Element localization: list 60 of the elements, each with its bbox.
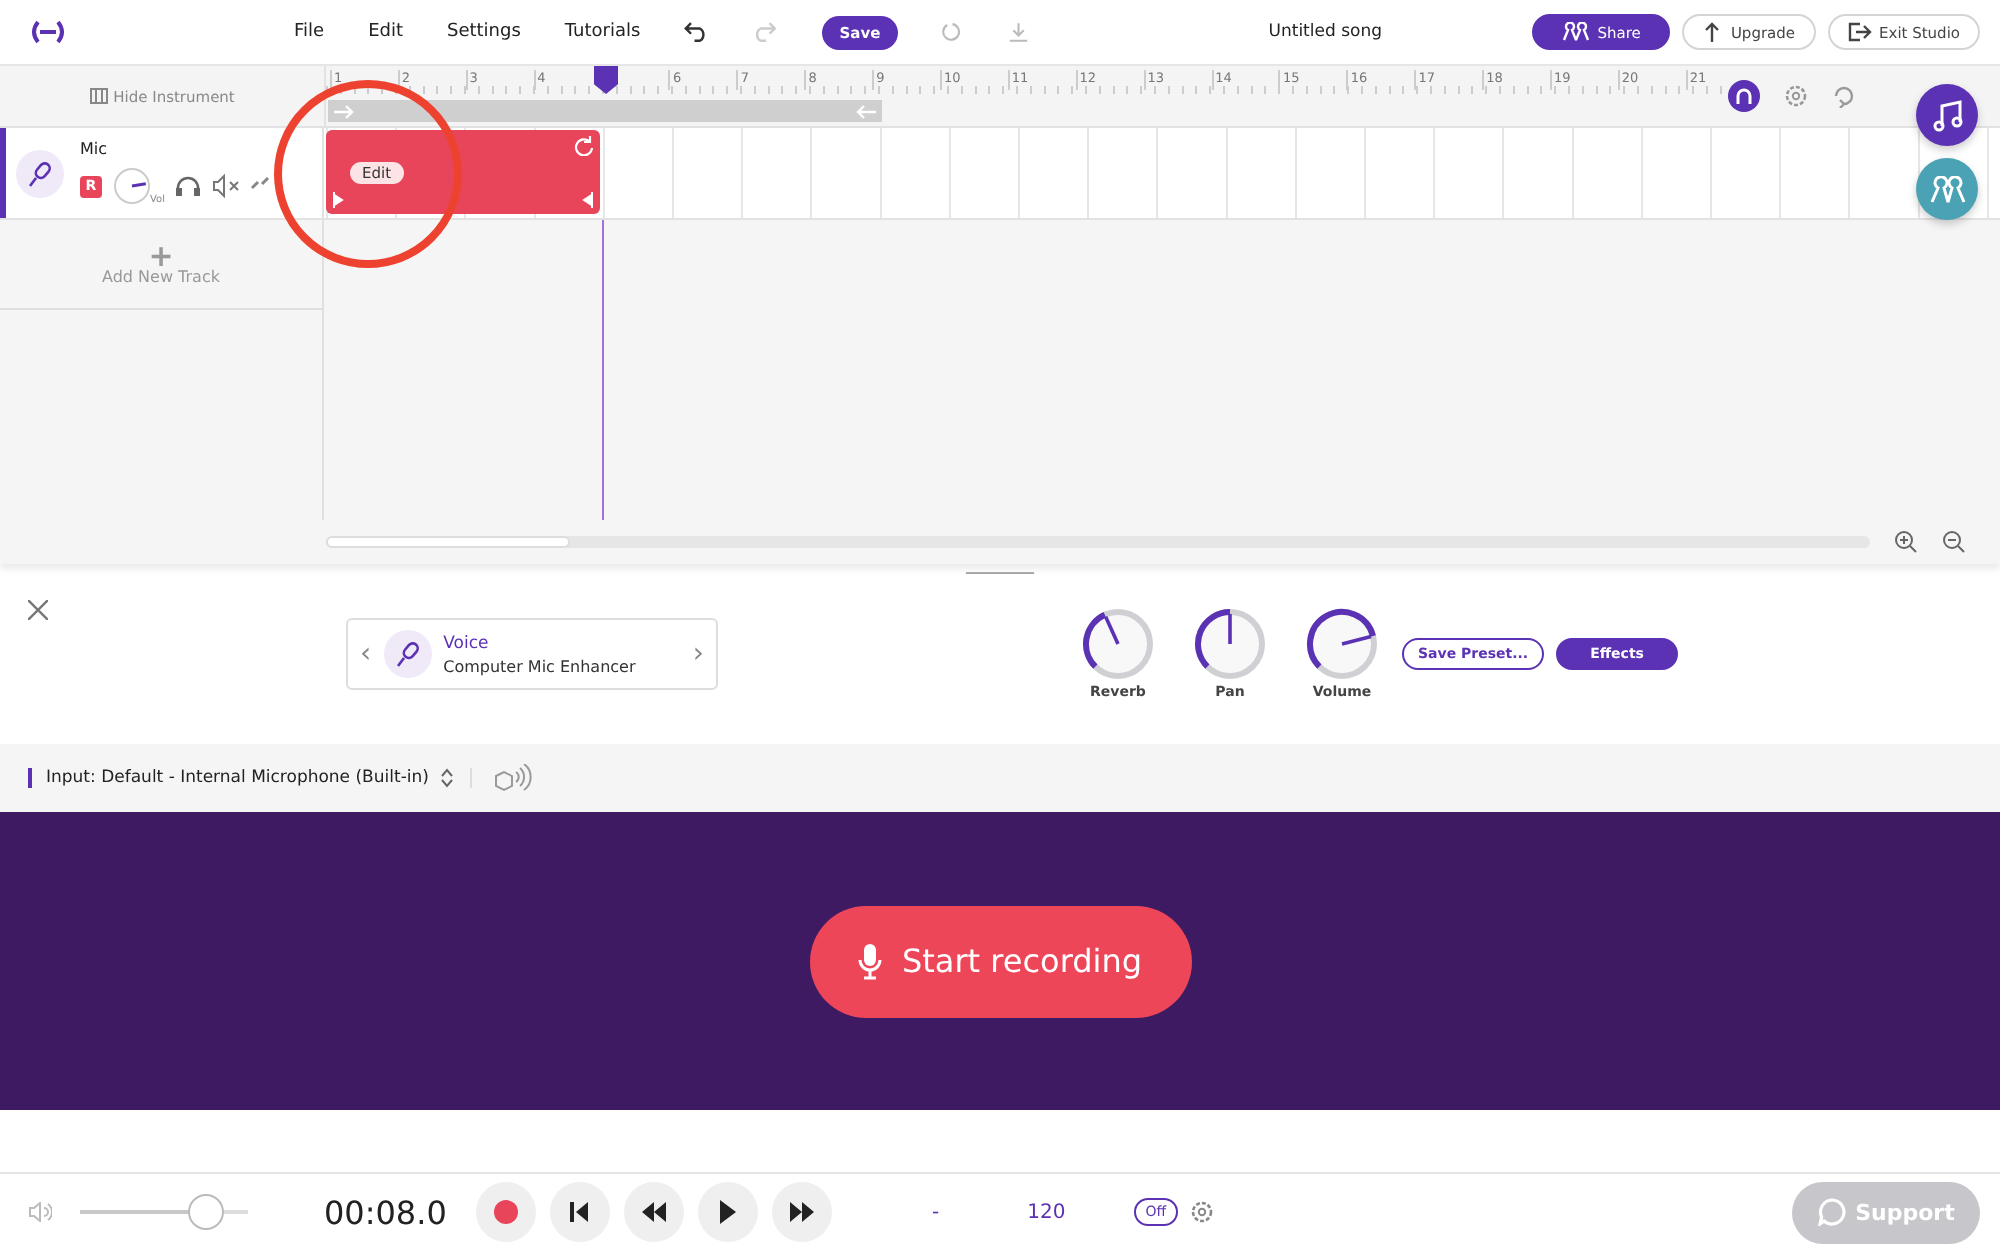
knob[interactable]: [1082, 608, 1154, 680]
fast-forward-icon: [788, 1202, 816, 1222]
people-icon: [1929, 175, 1965, 203]
volume-knob[interactable]: [112, 166, 152, 206]
horizontal-scrollbar[interactable]: [326, 536, 1870, 548]
menu-item[interactable]: File: [294, 22, 325, 42]
arrow-up-icon: [1702, 22, 1723, 42]
fast-forward-button[interactable]: [772, 1182, 832, 1242]
trim-handle-icon[interactable]: [582, 192, 594, 208]
input-dropdown[interactable]: Input: Default - Internal Microphone (Built-in): [28, 768, 473, 788]
close-icon[interactable]: [28, 600, 48, 620]
resize-handle[interactable]: [966, 572, 1034, 574]
trim-handle-icon[interactable]: [332, 192, 344, 208]
skip-back-icon: [570, 1202, 590, 1222]
magnet-icon[interactable]: [1728, 80, 1760, 112]
microphone-icon: [857, 943, 882, 979]
rewind-button[interactable]: [624, 1182, 684, 1242]
key-display[interactable]: -: [932, 1201, 940, 1223]
menu-item[interactable]: Tutorials: [564, 22, 641, 42]
tempo-display[interactable]: 120: [1027, 1201, 1066, 1223]
skip-back-button[interactable]: [550, 1182, 610, 1242]
logo[interactable]: [28, 20, 68, 44]
headphones-icon[interactable]: [174, 174, 203, 198]
start-recording-button[interactable]: Start recording: [809, 905, 1191, 1017]
playhead[interactable]: [594, 66, 618, 94]
knob[interactable]: [1306, 608, 1378, 680]
instrument-category: Voice: [443, 633, 491, 653]
play-button[interactable]: [698, 1182, 758, 1242]
menu-item[interactable]: Settings: [447, 22, 521, 42]
zoom-in-icon[interactable]: [1894, 530, 1918, 554]
speaker-icon[interactable]: [492, 764, 533, 792]
instrument-preset: Computer Mic Enhancer: [443, 657, 638, 675]
chat-icon: [1817, 1198, 1846, 1226]
knob[interactable]: [1194, 608, 1266, 680]
next-arrow[interactable]: ›: [692, 638, 704, 670]
undo-icon[interactable]: [684, 20, 709, 44]
previous-arrow[interactable]: ‹: [360, 638, 372, 670]
people-icon: [1561, 22, 1590, 42]
loop-icon[interactable]: [1832, 84, 1856, 108]
menu-item[interactable]: Edit: [368, 22, 403, 42]
microphone-icon: [16, 149, 64, 197]
settings-icon[interactable]: [1190, 1200, 1215, 1224]
play-icon: [718, 1200, 738, 1224]
rewind-icon: [640, 1202, 668, 1222]
record-button[interactable]: [476, 1182, 536, 1242]
music-note-icon: [1931, 99, 1963, 131]
instrument-selector[interactable]: ‹ Voice Computer Mic Enhancer ›: [346, 618, 718, 690]
arrow-left-icon: [856, 103, 876, 119]
zoom-out-icon[interactable]: [1942, 530, 1966, 554]
exit-icon: [1847, 22, 1872, 42]
volume-slider[interactable]: [80, 1194, 248, 1230]
mute-icon[interactable]: [212, 174, 241, 198]
time-display: 00:08.0: [324, 1193, 449, 1231]
chevron-up-down-icon: [440, 768, 455, 788]
track-name: Mic: [80, 140, 110, 158]
microphone-icon: [383, 630, 432, 678]
song-title[interactable]: Untitled song: [1268, 22, 1532, 42]
columns-icon: [89, 88, 108, 104]
arrow-right-icon: [334, 103, 354, 119]
settings-icon[interactable]: [1784, 84, 1808, 108]
